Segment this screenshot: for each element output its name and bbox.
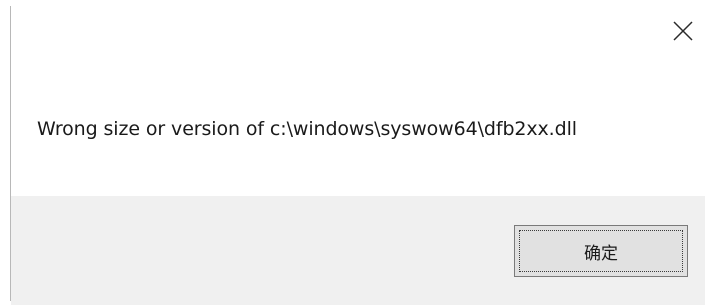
- close-icon: [673, 21, 693, 41]
- dialog-content-area: [11, 0, 705, 196]
- close-button[interactable]: [668, 16, 698, 46]
- ok-button[interactable]: 确定: [514, 225, 688, 277]
- ok-button-label: 确定: [584, 243, 618, 264]
- focus-rectangle: 确定: [519, 230, 683, 272]
- error-dialog: Wrong size or version of c:\windows\sysw…: [0, 0, 705, 305]
- error-message: Wrong size or version of c:\windows\sysw…: [37, 118, 577, 140]
